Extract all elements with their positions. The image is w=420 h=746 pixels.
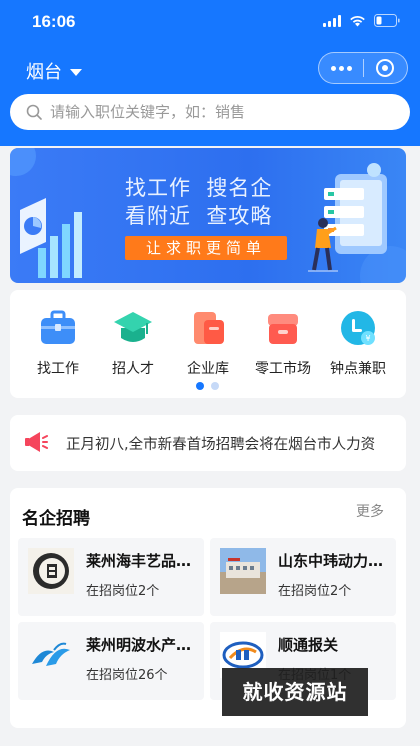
watermark-overlay: 就收资源站 [222,668,368,716]
nav-label: 招人才 [112,361,154,377]
company-library-icon [194,312,224,344]
app-header: 16:06 烟台 [0,0,420,146]
close-miniprogram-button[interactable] [364,53,407,83]
nav-item-recruit[interactable]: 招人才 [95,308,171,378]
company-name: 莱州海丰艺品… [86,552,192,570]
nav-label: 钟点兼职 [330,361,386,377]
notice-text: 正月初八,全市新春首场招聘会将在烟台市人力资 [66,437,376,453]
signal-icon [323,14,341,27]
banner-headline-2: 看附近 查攻略 [125,204,273,228]
nav-label: 找工作 [37,361,79,377]
company-name: 莱州明波水产… [86,636,192,654]
company-card-item[interactable]: 莱州海丰艺品… 在招岗位2个 [18,538,204,616]
company-logo [28,632,74,678]
hourly-job-icon: ¥ [341,311,375,345]
promo-banner[interactable]: 找工作 搜名企 看附近 查攻略 让求职更简单 [10,148,406,283]
company-job-count: 在招岗位26个 [86,668,168,683]
page-indicator [196,382,219,390]
status-time: 16:06 [32,12,76,31]
company-logo [220,548,266,594]
more-link[interactable]: 更多 [356,501,384,521]
company-card-item[interactable]: 莱州明波水产… 在招岗位26个 [18,622,204,700]
wifi-icon [349,15,366,27]
target-icon [376,59,395,77]
status-bar: 16:06 [0,0,420,44]
dot-icon [338,65,344,71]
dot-icon [346,65,352,71]
company-card-item[interactable]: 山东中玮动力… 在招岗位2个 [210,538,396,616]
nav-label: 零工市场 [255,361,311,377]
search-bar[interactable] [10,94,410,130]
banner-headline-1: 找工作 搜名企 [125,176,273,200]
search-input[interactable] [50,103,380,121]
notice-bar[interactable]: 正月初八,全市新春首场招聘会将在烟台市人力资 [10,415,406,471]
banner-cta-button[interactable]: 让求职更简单 [125,236,287,260]
chevron-down-icon [70,68,82,76]
page-dot [211,382,219,390]
nav-item-gig-market[interactable]: 零工市场 [245,308,321,378]
company-job-count: 在招岗位2个 [86,584,160,599]
graduation-cap-icon [114,312,152,342]
svg-text:¥: ¥ [365,334,370,343]
quick-nav: 找工作 招人才 企业库 零工市场 ¥ 钟点兼职 [10,290,406,398]
miniprogram-capsule [318,52,408,84]
nav-item-find-job[interactable]: 找工作 [20,308,96,378]
city-label: 烟台 [26,62,62,83]
more-options-button[interactable] [319,53,363,83]
store-icon [268,314,298,344]
city-selector[interactable]: 烟台 [26,58,82,84]
status-icons [323,14,400,27]
battery-icon [374,14,400,27]
company-job-count: 在招岗位2个 [278,584,352,599]
section-title: 名企招聘 [22,509,90,529]
briefcase-icon [41,310,75,344]
megaphone-icon [25,432,48,452]
nav-label: 企业库 [187,361,229,377]
company-logo [28,548,74,594]
company-name: 山东中玮动力… [278,552,384,570]
dot-icon [330,65,336,71]
nav-item-hourly-job[interactable]: ¥ 钟点兼职 [320,308,396,378]
company-name: 顺通报关 [278,636,339,654]
search-icon [26,104,42,120]
nav-item-company-library[interactable]: 企业库 [170,308,246,378]
page-dot-active [196,382,204,390]
